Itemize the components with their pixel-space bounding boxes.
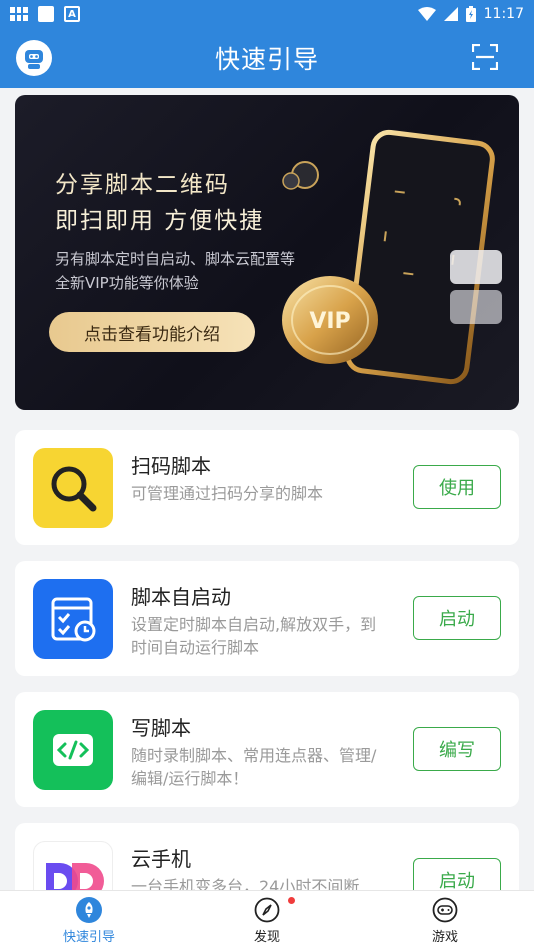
tab-label: 游戏 <box>431 929 458 945</box>
bottom-tab-bar: 快速引导 发现 游戏 <box>0 890 534 950</box>
card-title: 云手机 <box>131 847 191 871</box>
schedule-icon <box>33 579 113 659</box>
tab-label: 发现 <box>253 929 280 945</box>
tab-discover[interactable]: 发现 <box>178 891 356 950</box>
card-description: 设置定时脚本自启动,解放双手，到时间自动运行脚本 <box>131 615 377 657</box>
card-write-script[interactable]: 写脚本 随时录制脚本、常用连点器、管理/编辑/运行脚本！ 编写 <box>15 692 519 807</box>
vip-coin-icon: VIP <box>282 276 378 364</box>
rocket-icon <box>76 896 102 923</box>
search-icon <box>33 448 113 528</box>
tab-games[interactable]: 游戏 <box>356 891 534 950</box>
tab-quick-guide[interactable]: 快速引导 <box>0 891 178 950</box>
decor-ball-icon <box>282 161 319 190</box>
status-time: 11:17 <box>483 6 524 22</box>
page-title: 快速引导 <box>214 45 319 74</box>
card-title: 写脚本 <box>131 716 191 740</box>
compass-icon <box>254 897 280 922</box>
scan-icon[interactable] <box>472 44 498 70</box>
start-button[interactable]: 启动 <box>413 596 501 640</box>
phone-vip-illustration: VIP <box>282 129 502 385</box>
glass-tile-icon <box>450 290 502 324</box>
banner-headline-2: 即扫即用 方便快捷 <box>55 208 265 234</box>
card-script-autostart[interactable]: 脚本自启动 设置定时脚本自启动,解放双手，到时间自动运行脚本 启动 <box>15 561 519 676</box>
gamepad-icon <box>432 897 458 922</box>
banner-headline-1: 分享脚本二维码 <box>55 172 230 198</box>
notification-dot <box>288 897 295 904</box>
battery-icon <box>465 6 476 22</box>
wifi-icon <box>417 7 436 21</box>
card-scan-script[interactable]: 扫码脚本 可管理通过扫码分享的脚本 使用 <box>15 430 519 545</box>
notification-square-icon <box>38 6 54 22</box>
use-button[interactable]: 使用 <box>413 465 501 509</box>
write-button[interactable]: 编写 <box>413 727 501 771</box>
signal-icon <box>443 7 458 21</box>
notification-a-icon: A <box>64 6 80 22</box>
promo-banner[interactable]: 分享脚本二维码 即扫即用 方便快捷 另有脚本定时自启动、脚本云配置等全新VIP功… <box>15 95 519 410</box>
code-icon <box>33 710 113 790</box>
robot-avatar-icon[interactable] <box>16 40 52 76</box>
card-description: 随时录制脚本、常用连点器、管理/编辑/运行脚本！ <box>131 746 377 788</box>
card-description: 可管理通过扫码分享的脚本 <box>131 484 324 503</box>
apps-grid-icon <box>10 7 28 21</box>
status-bar: A 11:17 <box>0 0 534 28</box>
tab-label: 快速引导 <box>62 929 115 945</box>
vip-coin-text: VIP <box>309 309 350 334</box>
card-title: 扫码脚本 <box>131 454 211 478</box>
glass-tile-icon <box>450 250 502 284</box>
notification-a-letter: A <box>68 8 76 20</box>
app-bar: 快速引导 <box>0 28 534 88</box>
card-title: 脚本自启动 <box>131 585 231 609</box>
feature-intro-button[interactable]: 点击查看功能介绍 <box>49 312 255 352</box>
